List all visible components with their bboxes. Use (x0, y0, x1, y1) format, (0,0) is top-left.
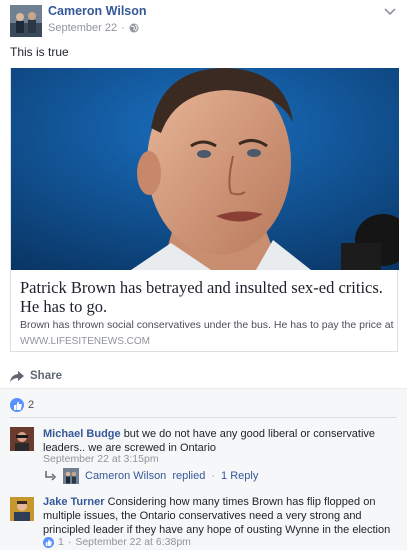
meta-separator: · (121, 22, 125, 34)
commenter-avatar[interactable] (10, 497, 34, 521)
link-domain: WWW.LIFESITENEWS.COM (20, 336, 150, 347)
post-text: This is true (10, 45, 69, 59)
meta-separator: · (67, 536, 72, 548)
reply-arrow-icon (45, 471, 57, 481)
reply-avatar (63, 468, 79, 484)
comment-body: Michael Budge but we do not have any goo… (43, 427, 393, 455)
link-description: Brown has thrown social conservatives un… (20, 319, 394, 331)
post-date[interactable]: September 22 (48, 22, 117, 34)
reactions-count: 2 (28, 399, 35, 411)
commenter-name[interactable]: Michael Budge (43, 428, 121, 440)
link-title[interactable]: Patrick Brown has betrayed and insulted … (20, 278, 392, 316)
reply-verb: replied (172, 470, 206, 482)
comments-section: 2 Michael Budge but we do not have any g… (0, 388, 407, 550)
reply-author: Cameron Wilson (85, 470, 167, 482)
reply-count: 1 Reply (221, 470, 259, 482)
facebook-post: Cameron Wilson September 22 · This is tr… (0, 0, 407, 550)
chevron-down-icon[interactable] (383, 6, 397, 16)
comment-meta: 1 · September 22 at 6:38pm (43, 536, 191, 548)
like-icon (10, 398, 24, 412)
link-preview-card[interactable]: Patrick Brown has betrayed and insulted … (10, 68, 399, 352)
globe-icon (129, 23, 139, 33)
divider (10, 417, 397, 418)
commenter-name[interactable]: Jake Turner (43, 496, 105, 508)
share-button[interactable]: Share (10, 370, 62, 382)
comment-like-count[interactable]: 1 (58, 536, 64, 548)
link-preview-image[interactable] (11, 68, 399, 270)
commenter-avatar[interactable] (10, 427, 34, 451)
author-avatar[interactable] (10, 5, 42, 37)
comment-body: Jake Turner Considering how many times B… (43, 495, 393, 537)
share-label: Share (30, 370, 62, 382)
reply-separator: · (211, 470, 216, 482)
comment-time[interactable]: September 22 at 3:15pm (43, 453, 159, 465)
reactions-summary[interactable]: 2 (10, 398, 34, 412)
replies-link[interactable]: Cameron Wilson replied · 1 Reply (45, 468, 258, 484)
share-icon (10, 370, 24, 382)
like-icon (43, 536, 54, 548)
post-meta: September 22 · (48, 22, 139, 34)
author-name[interactable]: Cameron Wilson (48, 4, 147, 18)
comment-time[interactable]: September 22 at 6:38pm (75, 536, 191, 548)
